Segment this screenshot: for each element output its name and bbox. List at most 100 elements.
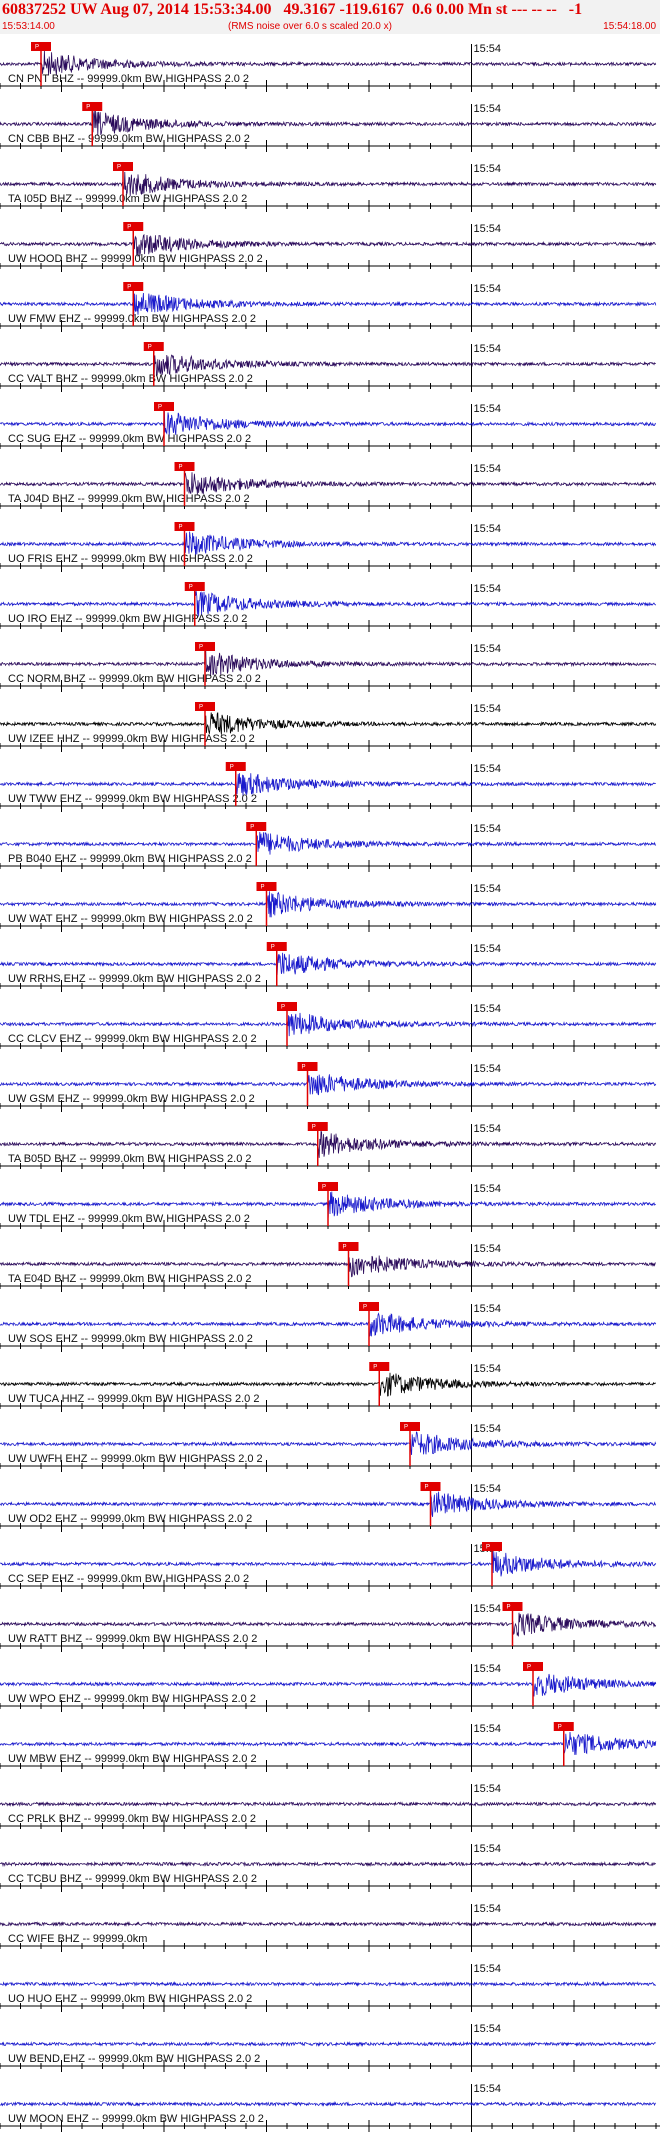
station-label: UW UWFH EHZ -- 99999.0km BW HIGHPASS 2.0… [8, 1453, 263, 1465]
minute-label: 15:54 [474, 1363, 502, 1375]
pick-label: P [86, 105, 90, 111]
station-label: UW TDL EHZ -- 99999.0km BW HIGHPASS 2.0 … [8, 1213, 250, 1225]
station-label: UW RRHS EHZ -- 99999.0km BW HIGHPASS 2.0… [8, 973, 261, 985]
waveform [0, 1074, 657, 1096]
pick-flag [277, 1002, 297, 1011]
trace-row: 15:54 CC PRLK BHZ -- 99999.0km BW HIGHPAS… [0, 1783, 660, 1832]
pick-flag [307, 1122, 328, 1131]
trace-row: 15:54 UW IZEE HHZ -- 99999.0km BW HIGHPAS… [0, 702, 660, 752]
trace-row: 15:54 CC TCBU BHZ -- 99999.0km BW HIGHPAS… [0, 1843, 660, 1892]
pick-flag [246, 822, 267, 831]
pick-label: P [199, 705, 203, 711]
trace-row: 15:54 UW TUCA HHZ -- 99999.0km BW HIGHPAS… [0, 1362, 660, 1412]
waveform [0, 1860, 657, 1868]
station-label: UW MBW EHZ -- 99999.0km BW HIGHPASS 2.0 … [8, 1753, 257, 1765]
pick-label: P [281, 1005, 285, 1011]
pick-flag [482, 1542, 502, 1551]
minute-label: 15:54 [474, 2023, 502, 2035]
trace-row: 15:54 UW GSM EHZ -- 99999.0km BW HIGHPASS… [0, 1062, 660, 1112]
pick-label: P [35, 45, 39, 51]
pick-label: P [250, 825, 254, 831]
trace-row: 15:54 UW FMW EHZ -- 99999.0km BW HIGHPASS… [0, 282, 660, 332]
station-label: UW TUCA HHZ -- 99999.0km BW HIGHPASS 2.0… [8, 1393, 259, 1405]
station-label: TA B05D BHZ -- 99999.0km BW HIGHPASS 2.0… [8, 1153, 252, 1165]
trace-row: 15:54 TA J04D BHZ -- 99999.0km BW HIGHPAS… [0, 462, 660, 512]
minute-label: 15:54 [474, 1783, 502, 1795]
station-label: CC SUG EHZ -- 99999.0km BW HIGHPASS 2.0 … [8, 433, 251, 445]
pick-flag [297, 1062, 318, 1071]
trace-row: 15:54 UW MBW EHZ -- 99999.0km BW HIGHPASS… [0, 1722, 660, 1772]
pick-label: P [312, 1125, 316, 1131]
station-label: TA E04D BHZ -- 99999.0km BW HIGHPASS 2.0… [8, 1273, 252, 1285]
pick-label: P [404, 1425, 408, 1431]
trace-row: 15:54 TA I05D BHZ -- 99999.0km BW HIGHPAS… [0, 162, 660, 212]
trace-row: 15:54 UO FRIS EHZ -- 99999.0km BW HIGHPAS… [0, 522, 660, 572]
station-label: CN PNT BHZ -- 99999.0km BW HIGHPASS 2.0 … [8, 73, 249, 85]
pick-flag [553, 1722, 574, 1731]
minute-label: 15:54 [474, 463, 502, 475]
station-label: PB B040 EHZ -- 99999.0km BW HIGHPASS 2.0… [8, 853, 252, 865]
trace-row: 15:54 CC NORM BHZ -- 99999.0km BW HIGHPAS… [0, 642, 660, 692]
waveform [0, 1980, 656, 1987]
minute-label: 15:54 [474, 1843, 502, 1855]
pick-label: P [425, 1485, 429, 1491]
minute-label: 15:54 [474, 763, 502, 775]
pick-label: P [302, 1065, 306, 1071]
pick-label: P [189, 585, 193, 591]
minute-label: 15:54 [474, 163, 502, 175]
trace-row: 15:54 UW UWFH EHZ -- 99999.0km BW HIGHPAS… [0, 1422, 660, 1472]
station-label: UW RATT BHZ -- 99999.0km BW HIGHPASS 2.0… [8, 1633, 257, 1645]
minute-label: 15:54 [474, 1183, 502, 1195]
pick-flag [502, 1602, 523, 1611]
waveform [0, 712, 657, 735]
minute-label: 15:54 [474, 1483, 502, 1495]
minute-label: 15:54 [474, 1303, 502, 1315]
trace-row: 15:54 UW MOON EHZ -- 99999.0km BW HIGHPAS… [0, 2083, 660, 2132]
pick-flag [184, 582, 205, 591]
pick-label: P [486, 1545, 490, 1551]
trace-row: 15:54 CC SUG EHZ -- 99999.0km BW HIGHPASS… [0, 402, 660, 452]
pick-label: P [158, 405, 162, 411]
minute-label: 15:54 [474, 1063, 502, 1075]
pick-flag [174, 462, 195, 471]
pick-label: P [363, 1305, 367, 1311]
minute-label: 15:54 [474, 883, 502, 895]
station-label: CC SEP EHZ -- 99999.0km BW HIGHPASS 2.0 … [8, 1573, 249, 1585]
pick-label: P [507, 1605, 511, 1611]
trace-row: 15:54 PB B040 EHZ -- 99999.0km BW HIGHPAS… [0, 822, 660, 872]
station-label: UW WAT EHZ -- 99999.0km BW HIGHPASS 2.0 … [8, 913, 253, 925]
trace-row: 15:54 UW OD2 EHZ -- 99999.0km BW HIGHPASS… [0, 1482, 660, 1532]
pick-label: P [148, 345, 152, 351]
station-label: CC PRLK BHZ -- 99999.0km BW HIGHPASS 2.0… [8, 1813, 256, 1825]
station-label: UO IRO EHZ -- 99999.0km BW HIGHPASS 2.0 … [8, 613, 247, 625]
pick-label: P [261, 885, 265, 891]
waveform [0, 472, 657, 495]
station-label: UW BEND EHZ -- 99999.0km BW HIGHPASS 2.0… [8, 2053, 260, 2065]
trace-row: 15:54CC SEP EHZ -- 99999.0km BW HIGHPASS… [0, 1542, 660, 1592]
pick-flag [123, 282, 144, 291]
pick-flag [359, 1302, 379, 1311]
station-label: CC VALT BHZ -- 99999.0km BW HIGHPASS 2.0… [8, 373, 253, 385]
station-label: TA I05D BHZ -- 99999.0km BW HIGHPASS 2.0… [8, 193, 247, 205]
pick-label: P [527, 1665, 531, 1671]
minute-label: 15:54 [474, 583, 502, 595]
pick-flag [174, 522, 195, 531]
minute-label: 15:54 [474, 1663, 502, 1675]
waveform [0, 831, 657, 855]
minute-label: 15:54 [474, 703, 502, 715]
station-label: UW FMW EHZ -- 99999.0km BW HIGHPASS 2.0 … [8, 313, 256, 325]
station-label: UW TWW EHZ -- 99999.0km BW HIGHPASS 2.0 … [8, 793, 257, 805]
waveform [0, 2101, 656, 2107]
trace-row: 15:54 TA B05D BHZ -- 99999.0km BW HIGHPAS… [0, 1122, 660, 1172]
trace-row: 15:54 UO IRO EHZ -- 99999.0km BW HIGHPASS… [0, 582, 660, 632]
trace-row: 15:54 TA E04D BHZ -- 99999.0km BW HIGHPAS… [0, 1242, 660, 1292]
waveform [0, 1801, 657, 1808]
minute-label: 15:54 [474, 1003, 502, 1015]
pick-label: P [373, 1365, 377, 1371]
minute-label: 15:54 [474, 643, 502, 655]
waveform [0, 110, 657, 136]
minute-label: 15:54 [474, 343, 502, 355]
pick-label: P [558, 1725, 562, 1731]
minute-label: 15:54 [474, 1723, 502, 1735]
trace-row: 15:54 UW WPO EHZ -- 99999.0km BW HIGHPASS… [0, 1662, 660, 1712]
